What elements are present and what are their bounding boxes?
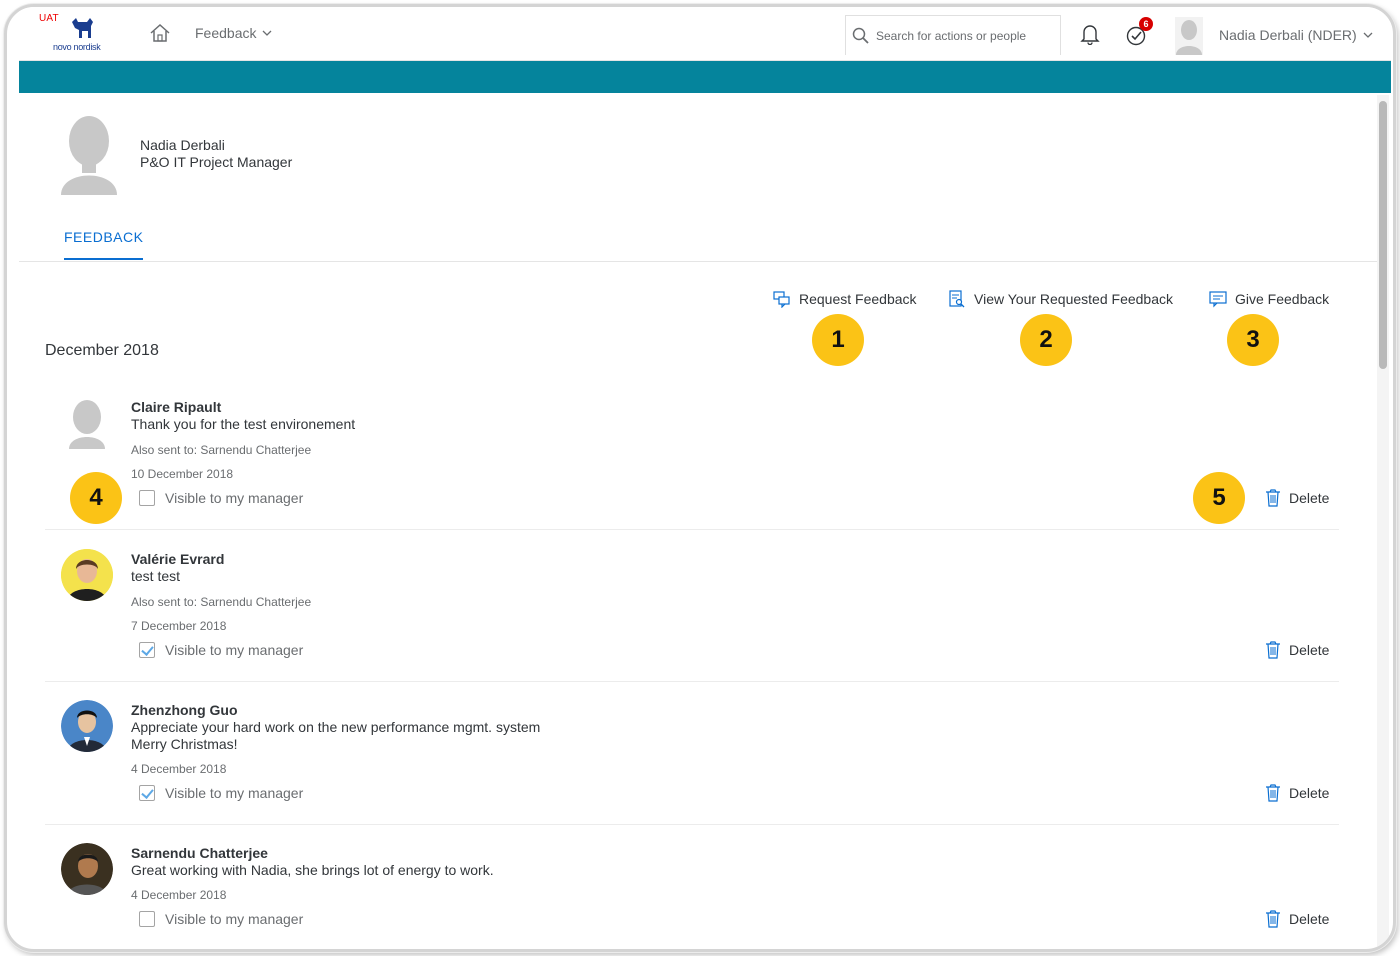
visible-to-manager-label: Visible to my manager — [165, 642, 304, 658]
view-requested-feedback-link[interactable]: View Your Requested Feedback — [948, 290, 1173, 308]
callout-3: 3 — [1227, 314, 1279, 366]
document-search-icon — [949, 290, 965, 308]
shell-header: UAT novo nordisk Feedback Search for act… — [19, 7, 1391, 61]
feedback-author[interactable]: Valérie Evrard — [131, 551, 224, 567]
profile-role: P&O IT Project Manager — [140, 154, 293, 170]
give-feedback-link[interactable]: Give Feedback — [1209, 290, 1329, 308]
screenshot-frame: UAT novo nordisk Feedback Search for act… — [4, 4, 1396, 952]
visible-to-manager-checkbox[interactable]: Visible to my manager — [139, 642, 303, 658]
comment-icon — [1209, 291, 1227, 308]
avatar-photo — [61, 843, 113, 895]
visible-to-manager-label: Visible to my manager — [165, 490, 304, 506]
feedback-message-line2: Merry Christmas! — [131, 736, 238, 752]
checkbox[interactable] — [139, 785, 155, 801]
profile-avatar — [61, 116, 117, 195]
give-feedback-label: Give Feedback — [1235, 291, 1330, 307]
feedback-item: Valérie Evrard test test Also sent to: S… — [45, 537, 1339, 682]
bull-logo-icon — [72, 18, 93, 38]
trash-icon — [1266, 910, 1280, 928]
feedback-also-sent: Also sent to: Sarnendu Chatterjee — [131, 443, 312, 457]
feedback-message: Great working with Nadia, she brings lot… — [131, 862, 494, 878]
delete-label: Delete — [1289, 642, 1330, 658]
tasks-badge: 6 — [1139, 17, 1153, 31]
app-title: Feedback — [195, 25, 257, 41]
checkbox[interactable] — [139, 911, 155, 927]
delete-button[interactable]: Delete — [1265, 784, 1329, 802]
search-field[interactable] — [845, 15, 1061, 55]
avatar-photo — [61, 700, 113, 752]
request-feedback-icon — [773, 291, 790, 308]
chevron-down-icon — [1363, 32, 1373, 38]
feedback-author[interactable]: Claire Ripault — [131, 399, 221, 415]
delete-button[interactable]: Delete — [1265, 641, 1329, 659]
home-icon[interactable] — [149, 23, 171, 43]
avatar — [61, 843, 113, 895]
delete-label: Delete — [1289, 785, 1330, 801]
feedback-message-line1: Appreciate your hard work on the new per… — [131, 719, 541, 735]
search-icon — [852, 27, 869, 44]
company-logo[interactable]: UAT novo nordisk — [39, 13, 115, 55]
visible-to-manager-checkbox[interactable]: Visible to my manager — [139, 785, 303, 801]
avatar-placeholder-icon — [69, 400, 105, 449]
profile-name: Nadia Derbali — [140, 137, 225, 153]
visible-to-manager-checkbox[interactable]: Visible to my manager — [139, 911, 303, 927]
feedback-author[interactable]: Sarnendu Chatterjee — [131, 845, 268, 861]
delete-button[interactable]: Delete — [1265, 910, 1329, 928]
view-requested-feedback-label: View Your Requested Feedback — [974, 291, 1173, 307]
visible-to-manager-label: Visible to my manager — [165, 911, 304, 927]
feedback-message: Thank you for the test environement — [131, 416, 356, 432]
feedback-item: Claire Ripault Thank you for the test en… — [45, 385, 1339, 530]
avatar-photo — [61, 549, 113, 601]
visible-to-manager-label: Visible to my manager — [165, 785, 304, 801]
tab-feedback[interactable]: FEEDBACK — [64, 229, 144, 260]
request-feedback-link[interactable]: Request Feedback — [773, 290, 917, 308]
user-menu[interactable]: Nadia Derbali (NDER) — [1219, 27, 1373, 43]
feedback-message: test test — [131, 568, 181, 584]
chevron-down-icon — [263, 30, 272, 36]
app-title-menu[interactable]: Feedback — [195, 25, 272, 41]
checkbox[interactable] — [139, 490, 155, 506]
search-input[interactable] — [876, 28, 1056, 43]
callout-2: 2 — [1020, 314, 1072, 366]
feedback-date: 10 December 2018 — [131, 467, 234, 481]
environment-tag: UAT — [39, 13, 59, 24]
notifications-bell-icon[interactable] — [1079, 23, 1101, 45]
trash-icon — [1266, 641, 1280, 659]
avatar — [61, 700, 113, 752]
tasks-button[interactable]: 6 — [1125, 17, 1153, 47]
feedback-item: Sarnendu Chatterjee Great working with N… — [45, 831, 1339, 949]
brand-name: novo nordisk — [53, 42, 101, 52]
avatar — [61, 549, 113, 601]
user-name: Nadia Derbali (NDER) — [1219, 27, 1357, 43]
feedback-date: 4 December 2018 — [131, 762, 227, 776]
feedback-item: Zhenzhong Guo Appreciate your hard work … — [45, 688, 1339, 825]
delete-button[interactable]: Delete — [1265, 489, 1329, 507]
month-heading: December 2018 — [45, 342, 159, 359]
trash-icon — [1266, 784, 1280, 802]
callout-1: 1 — [812, 314, 864, 366]
feedback-also-sent: Also sent to: Sarnendu Chatterjee — [131, 595, 312, 609]
tab-divider — [19, 261, 1377, 262]
delete-label: Delete — [1289, 911, 1330, 927]
delete-label: Delete — [1289, 490, 1330, 506]
checkbox[interactable] — [139, 642, 155, 658]
visible-to-manager-checkbox[interactable]: Visible to my manager — [139, 490, 303, 506]
feedback-date: 4 December 2018 — [131, 888, 227, 902]
trash-icon — [1266, 489, 1280, 507]
avatar — [61, 397, 113, 449]
header-banner — [19, 61, 1391, 93]
user-avatar-icon[interactable] — [1175, 17, 1203, 55]
feedback-date: 7 December 2018 — [131, 619, 227, 633]
feedback-author[interactable]: Zhenzhong Guo — [131, 702, 238, 718]
scrollbar-thumb[interactable] — [1379, 101, 1387, 369]
request-feedback-label: Request Feedback — [799, 291, 917, 307]
